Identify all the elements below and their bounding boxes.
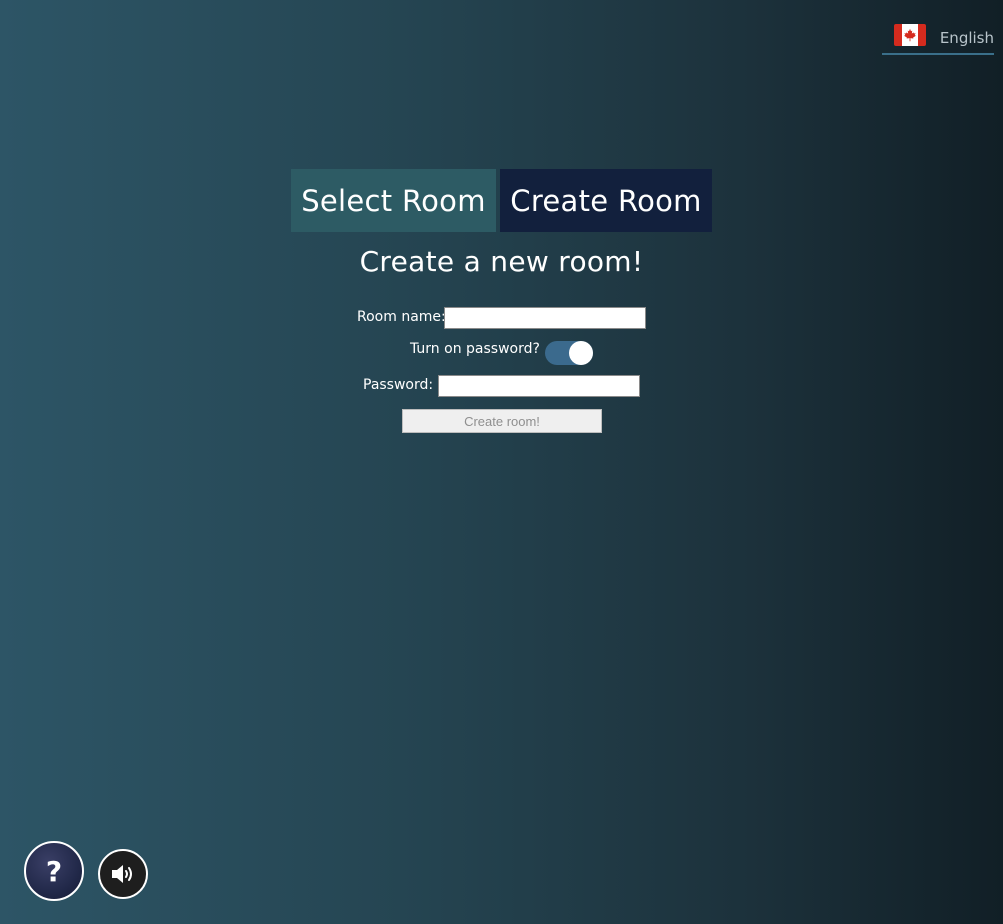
password-toggle[interactable] [545,341,593,365]
form-heading: Create a new room! [359,245,644,278]
password-input[interactable] [438,375,640,397]
speaker-icon [112,865,132,883]
canada-flag-icon [894,24,926,46]
create-room-button[interactable]: Create room! [402,409,602,433]
language-selector[interactable]: English [882,20,994,55]
password-label: Password: [363,377,434,393]
language-label: English [939,29,994,47]
tab-create-room[interactable]: Create Room [500,169,712,232]
sound-toggle-button[interactable] [98,849,148,899]
toggle-knob [569,341,593,365]
tab-select-room[interactable]: Select Room [291,169,496,232]
room-name-input[interactable] [444,307,646,329]
password-toggle-label: Turn on password? [410,341,540,357]
help-button[interactable]: ? [24,841,84,901]
question-icon: ? [45,854,63,888]
room-name-label: Room name: [357,309,446,325]
